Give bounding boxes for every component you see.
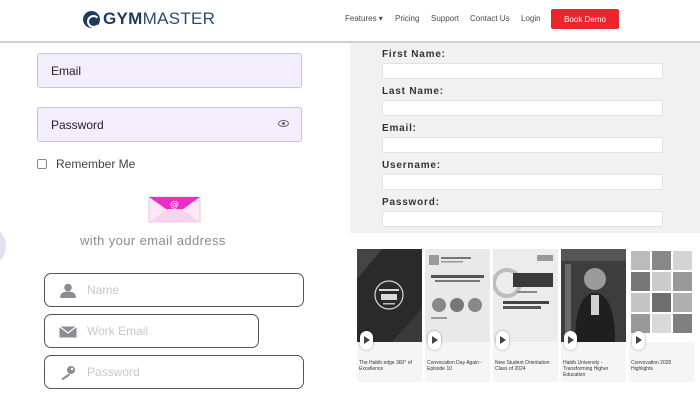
video-card[interactable]: Habib University - Transforming Higher E… — [561, 249, 626, 382]
play-button[interactable] — [632, 331, 645, 350]
video-thumbnail — [425, 249, 490, 342]
logo-text: GYMMASTER — [103, 9, 215, 29]
video-thumbnail — [561, 249, 626, 342]
video-caption: Convocation Day Again - Episode 10 — [427, 360, 483, 372]
video-card[interactable]: New Student Orientation Class of 2024 — [493, 249, 558, 382]
show-password-eye-icon[interactable] — [278, 120, 289, 127]
work-email-placeholder: Work Email — [87, 324, 149, 338]
video-card[interactable]: Convocation 2020 Highlights — [629, 249, 694, 382]
reg-password-input[interactable] — [382, 211, 663, 227]
page: GYMMASTER Features ▾ Pricing Support Con… — [0, 0, 700, 400]
with-email-text: with your email address — [80, 233, 226, 248]
username-input[interactable] — [382, 174, 663, 190]
user-icon — [60, 283, 76, 298]
nav-contact-link[interactable]: Contact Us — [470, 14, 510, 23]
work-email-input[interactable]: Work Email — [44, 314, 259, 348]
reg-email-input[interactable] — [382, 137, 663, 153]
last-name-input[interactable] — [382, 100, 663, 116]
play-button[interactable] — [360, 331, 373, 350]
first-name-label: First Name: — [382, 49, 446, 60]
video-thumbnail — [629, 249, 694, 342]
play-button[interactable] — [428, 331, 441, 350]
logo-text-bold: GYM — [103, 9, 143, 28]
last-name-label: Last Name: — [382, 86, 444, 97]
decorative-circle — [0, 231, 6, 261]
video-caption: New Student Orientation Class of 2024 — [495, 360, 550, 372]
key-icon — [61, 366, 75, 380]
password-field[interactable]: Password — [37, 107, 302, 142]
svg-text:@: @ — [170, 200, 179, 210]
email-field[interactable]: Email — [37, 53, 302, 88]
username-label: Username: — [382, 160, 441, 171]
video-caption: The Habib edge 360° of Excellence — [359, 360, 412, 372]
play-button[interactable] — [496, 331, 509, 350]
book-demo-button[interactable]: Book Demo — [551, 9, 619, 29]
logo-text-light: MASTER — [142, 9, 216, 28]
reg-password-label: Password: — [382, 197, 440, 208]
remember-me-checkbox[interactable] — [37, 159, 47, 169]
video-caption: Habib University - Transforming Higher E… — [563, 360, 609, 378]
name-input[interactable]: Name — [44, 273, 304, 307]
play-button[interactable] — [564, 331, 577, 350]
email-envelope-icon: @ — [148, 196, 201, 223]
reg-email-label: Email: — [382, 123, 417, 134]
video-card[interactable]: Convocation Day Again - Episode 10 — [425, 249, 490, 382]
video-caption: Convocation 2020 Highlights — [631, 360, 672, 372]
video-thumbnail — [357, 249, 422, 342]
top-navbar: GYMMASTER Features ▾ Pricing Support Con… — [0, 0, 700, 43]
remember-me-label: Remember Me — [56, 157, 136, 171]
name-placeholder: Name — [87, 283, 120, 297]
video-thumbnail — [493, 249, 558, 342]
nav-support-link[interactable]: Support — [431, 14, 459, 23]
signup-password-input[interactable]: Password — [44, 355, 304, 389]
password-field-label: Password — [51, 117, 104, 132]
logo-icon — [83, 10, 100, 28]
email-field-label: Email — [51, 63, 82, 78]
password-placeholder: Password — [87, 365, 140, 379]
envelope-icon — [59, 326, 77, 338]
first-name-input[interactable] — [382, 63, 663, 79]
nav-pricing-link[interactable]: Pricing — [395, 14, 419, 23]
nav-features-menu[interactable]: Features ▾ — [345, 14, 383, 23]
gymmaster-logo[interactable]: GYMMASTER — [83, 9, 215, 29]
video-card[interactable]: The Habib edge 360° of Excellence — [357, 249, 422, 382]
nav-login-link[interactable]: Login — [521, 14, 541, 23]
